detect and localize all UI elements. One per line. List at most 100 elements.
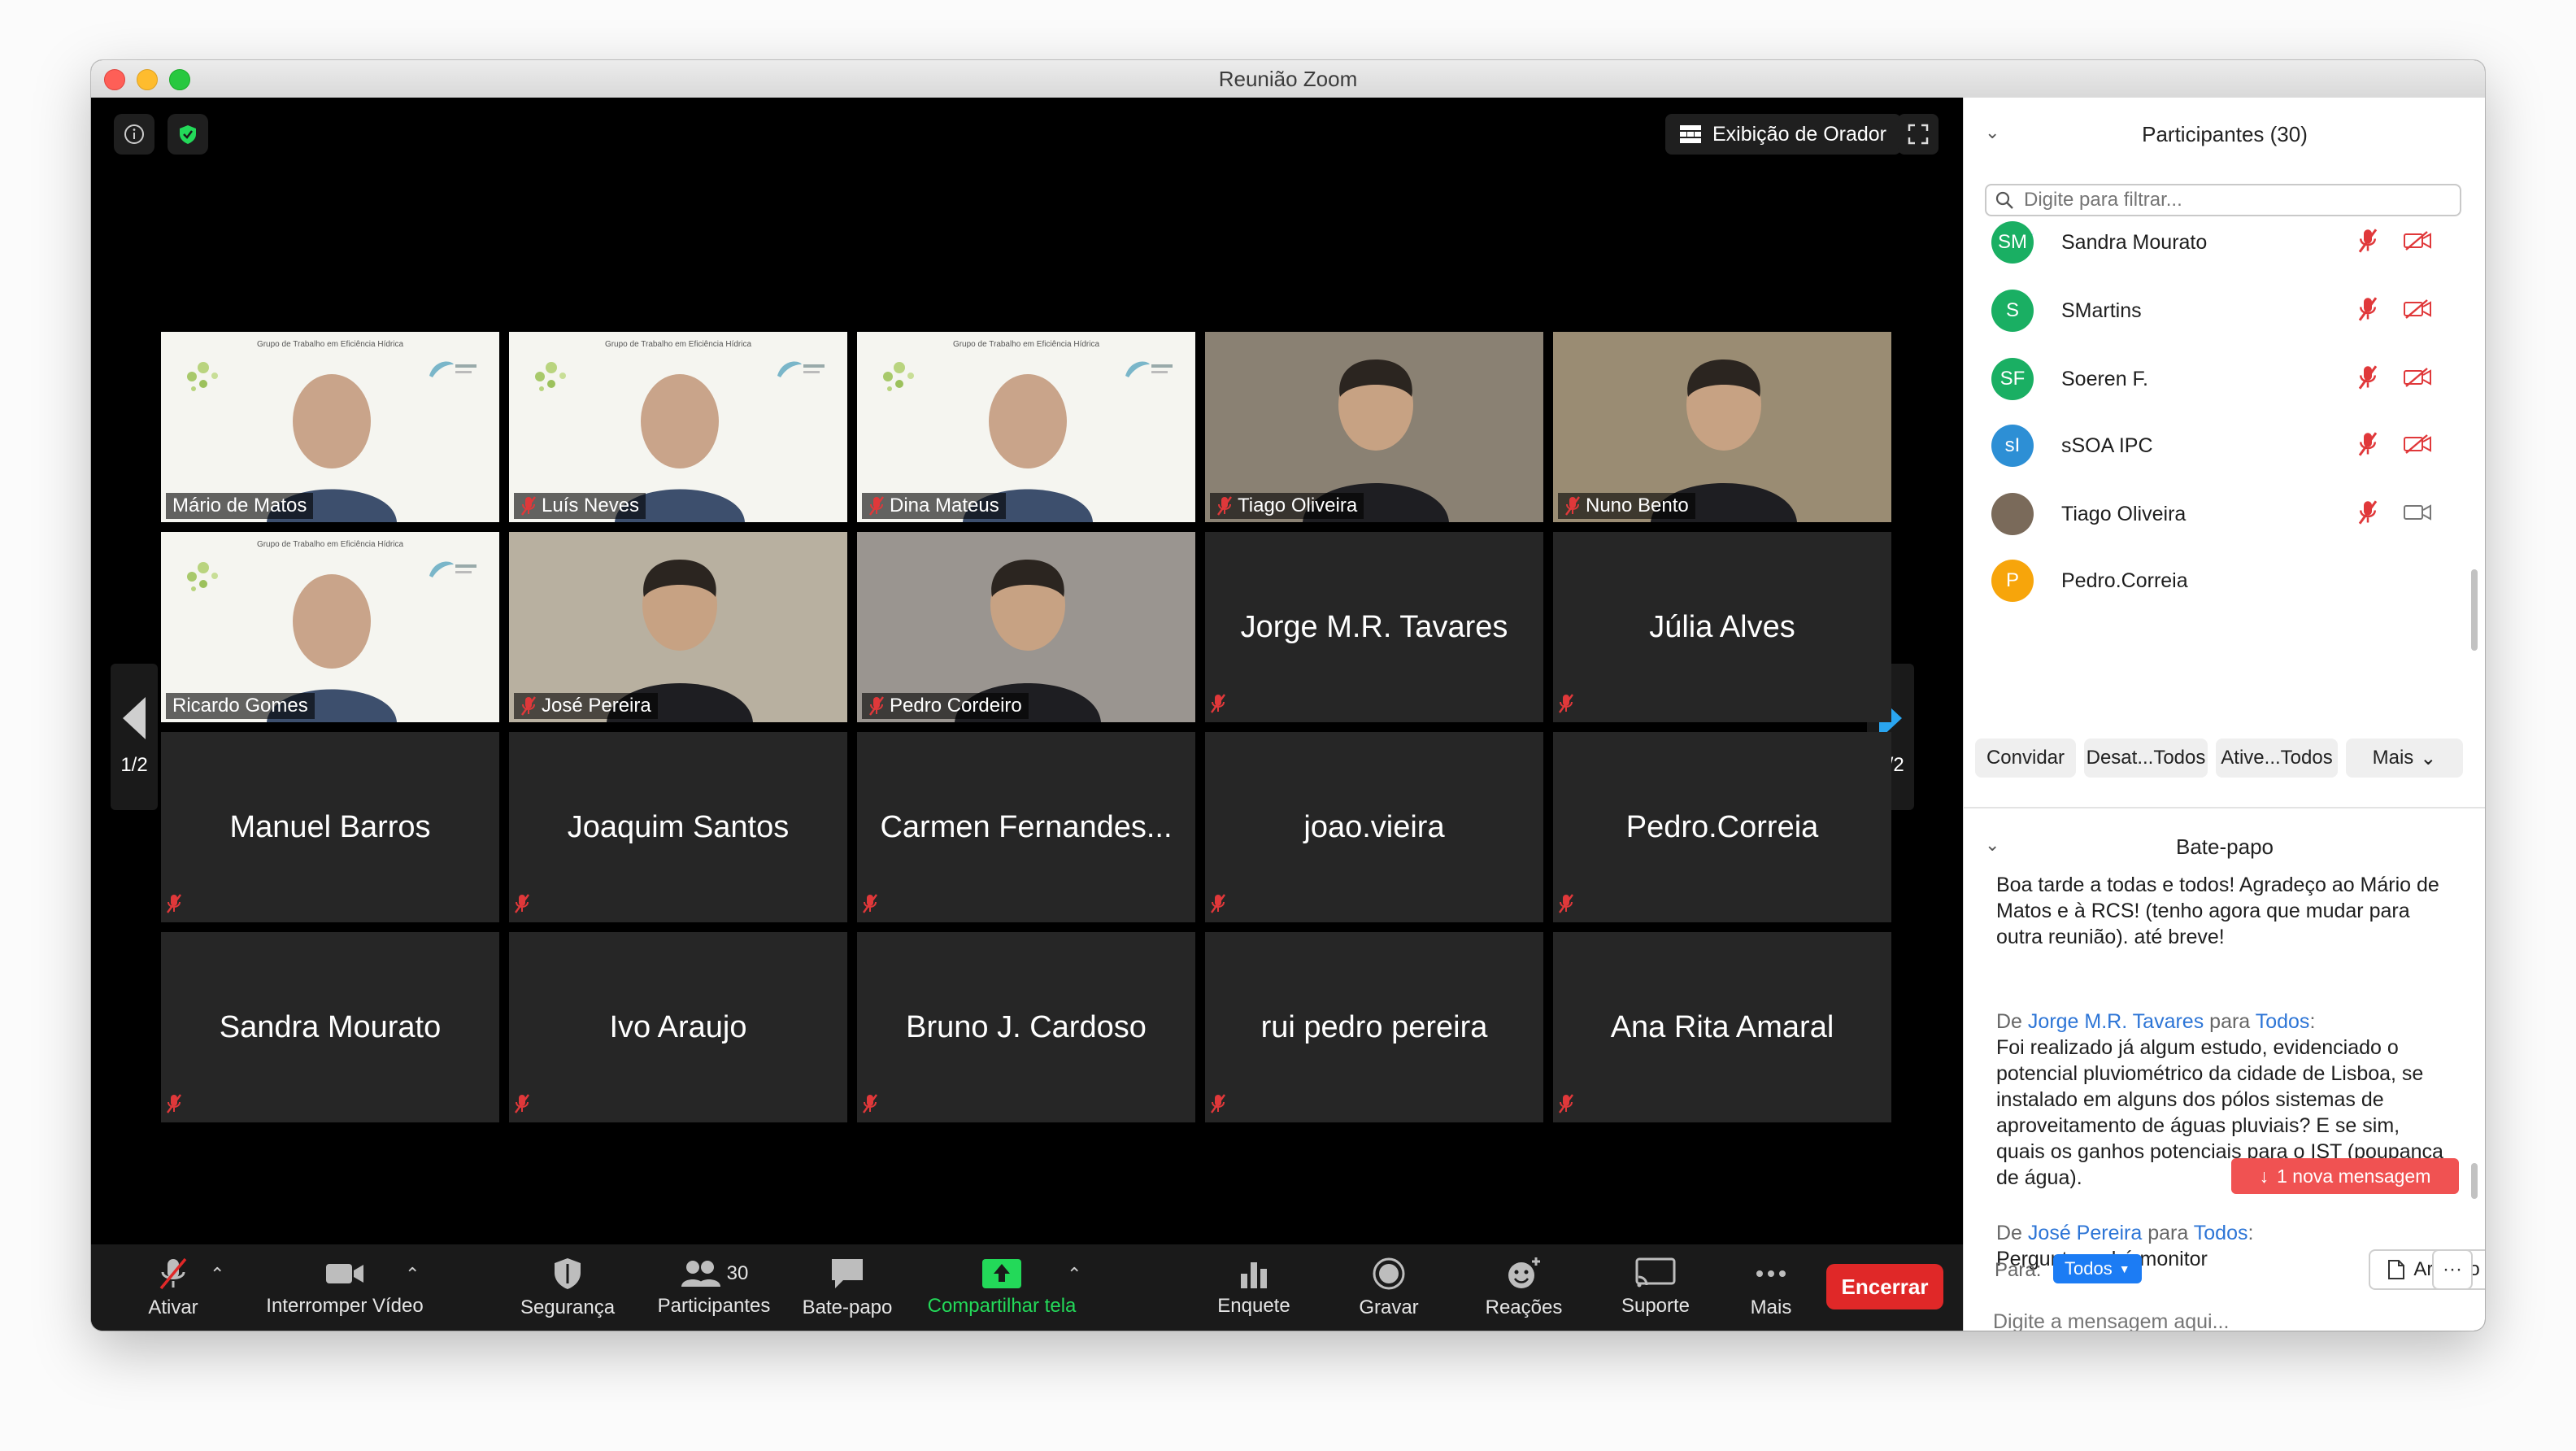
muted-indicator xyxy=(166,894,182,917)
security-button[interactable]: Segurança xyxy=(503,1244,633,1331)
record-button[interactable]: Gravar xyxy=(1324,1244,1454,1331)
chat-sender[interactable]: Jorge M.R. Tavares xyxy=(2028,1010,2204,1033)
participants-scrollbar[interactable] xyxy=(2471,569,2478,651)
video-tile[interactable]: Grupo de Trabalho em Eficiência Hídrica … xyxy=(857,332,1195,522)
participant-row[interactable]: SF Soeren F. xyxy=(1964,345,2452,413)
info-icon xyxy=(124,124,144,144)
participant-name-center: Sandra Mourato xyxy=(219,1009,442,1044)
reactions-button[interactable]: Reações xyxy=(1459,1244,1589,1331)
microphone-muted-icon xyxy=(515,1094,529,1113)
gallery-grid: Grupo de Trabalho em Eficiência Hídrica … xyxy=(161,332,1891,1122)
video-tile[interactable]: Bruno J. Cardoso xyxy=(857,932,1195,1122)
video-tile[interactable]: Manuel Barros xyxy=(161,732,499,922)
participant-name-label: Pedro Cordeiro xyxy=(862,693,1029,719)
stop-video-label: Interromper Vídeo xyxy=(266,1295,424,1317)
participant-mic-status[interactable] xyxy=(2357,228,2378,257)
participant-name-center: Carmen Fernandes... xyxy=(880,809,1173,844)
stop-video-button[interactable]: Interromper Vídeo xyxy=(247,1244,442,1331)
video-tile[interactable]: Carmen Fernandes... xyxy=(857,732,1195,922)
encryption-button[interactable] xyxy=(168,114,208,155)
poll-label: Enquete xyxy=(1217,1295,1290,1317)
participant-row[interactable]: Tiago Oliveira xyxy=(1964,480,2452,548)
video-tile[interactable]: Tiago Oliveira xyxy=(1205,332,1543,522)
participant-name: Pedro.Correia xyxy=(2061,569,2188,592)
prev-page-button[interactable]: 1/2 xyxy=(111,664,158,810)
participant-name: Sandra Mourato xyxy=(2061,230,2208,254)
new-message-indicator[interactable]: ↓ 1 nova mensagem xyxy=(2231,1158,2459,1194)
video-tile[interactable]: Joaquim Santos xyxy=(509,732,847,922)
video-tile[interactable]: Grupo de Trabalho em Eficiência Hídrica … xyxy=(161,332,499,522)
share-screen-button[interactable]: Compartilhar tela xyxy=(912,1244,1091,1331)
participant-name-center: Jorge M.R. Tavares xyxy=(1240,609,1508,644)
unmute-all-button[interactable]: Ative...Todos xyxy=(2216,739,2338,778)
chat-recipient[interactable]: Todos xyxy=(2256,1010,2310,1033)
video-tile[interactable]: Nuno Bento xyxy=(1553,332,1891,522)
participant-video-status[interactable] xyxy=(2403,502,2432,527)
participants-button[interactable]: 30 Participantes xyxy=(633,1244,795,1331)
screen-cast-icon xyxy=(1635,1257,1676,1288)
participant-mic-status[interactable] xyxy=(2357,364,2378,394)
video-options-caret[interactable]: ⌃ xyxy=(405,1264,420,1285)
muted-indicator xyxy=(1558,1094,1574,1118)
more-button[interactable]: Mais xyxy=(1714,1244,1828,1331)
participant-name-center: Bruno J. Cardoso xyxy=(906,1009,1147,1044)
speaker-view-button[interactable]: Exibição de Orador xyxy=(1665,114,1902,155)
video-tile[interactable]: joao.vieira xyxy=(1205,732,1543,922)
video-tile[interactable]: Júlia Alves xyxy=(1553,532,1891,722)
unmute-button[interactable]: Ativar xyxy=(128,1244,218,1331)
fullscreen-button[interactable] xyxy=(1898,114,1939,155)
video-tile[interactable]: José Pereira xyxy=(509,532,847,722)
participant-row[interactable]: S SMartins xyxy=(1964,277,2452,345)
chat-bubble-icon xyxy=(832,1259,863,1288)
video-tile[interactable]: Pedro.Correia xyxy=(1553,732,1891,922)
participant-video-status[interactable] xyxy=(2403,298,2432,324)
support-button[interactable]: Suporte xyxy=(1590,1244,1721,1331)
end-meeting-button[interactable]: Encerrar xyxy=(1826,1264,1943,1309)
participant-mic-status[interactable] xyxy=(2357,499,2378,529)
chat-recipient[interactable]: Todos xyxy=(2194,1222,2248,1244)
participant-name-center: rui pedro pereira xyxy=(1260,1009,1488,1044)
participant-name: Dina Mateus xyxy=(890,495,999,516)
chat-input[interactable] xyxy=(1991,1305,2466,1331)
video-tile[interactable]: Jorge M.R. Tavares xyxy=(1205,532,1543,722)
participant-video-status[interactable] xyxy=(2403,367,2432,392)
logo-leaf-icon xyxy=(429,361,476,377)
microphone-muted-icon xyxy=(1559,894,1573,913)
video-tile[interactable]: Grupo de Trabalho em Eficiência Hídrica … xyxy=(509,332,847,522)
video-tile[interactable]: Sandra Mourato xyxy=(161,932,499,1122)
chat-scrollbar[interactable] xyxy=(2471,1163,2478,1199)
poll-button[interactable]: Enquete xyxy=(1189,1244,1319,1331)
search-icon xyxy=(1995,191,2013,209)
chat-recipient-select[interactable]: Todos ▼ xyxy=(2053,1254,2142,1283)
participant-avatar xyxy=(1991,493,2034,535)
share-options-caret[interactable]: ⌃ xyxy=(1067,1264,1081,1285)
chat-sender[interactable]: José Pereira xyxy=(2028,1222,2142,1244)
video-tile[interactable]: Ivo Araujo xyxy=(509,932,847,1122)
video-off-icon xyxy=(2404,298,2431,319)
participant-row[interactable]: SM Sandra Mourato xyxy=(1964,208,2452,277)
microphone-muted-icon xyxy=(2358,499,2378,525)
participant-avatar: sI xyxy=(1991,425,2034,467)
participant-row[interactable]: P Pedro.Correia xyxy=(1964,547,2452,615)
invite-button[interactable]: Convidar xyxy=(1975,739,2076,778)
video-tile[interactable]: Grupo de Trabalho em Eficiência Hídrica … xyxy=(161,532,499,722)
audio-options-caret[interactable]: ⌃ xyxy=(210,1264,224,1285)
participant-mic-status[interactable] xyxy=(2357,296,2378,325)
video-tile[interactable]: rui pedro pereira xyxy=(1205,932,1543,1122)
mute-all-button[interactable]: Desat...Todos xyxy=(2084,739,2208,778)
slide-heading: Grupo de Trabalho em Eficiência Hídrica xyxy=(604,340,752,349)
participant-name-center: joao.vieira xyxy=(1303,809,1445,844)
chat-more-button[interactable]: ··· xyxy=(2432,1249,2473,1290)
participant-row[interactable]: sI sSOA IPC xyxy=(1964,412,2452,480)
participant-name-label: Tiago Oliveira xyxy=(1210,493,1364,519)
video-tile[interactable]: Ana Rita Amaral xyxy=(1553,932,1891,1122)
chat-button[interactable]: Bate-papo xyxy=(782,1244,912,1331)
participant-video-status[interactable] xyxy=(2403,434,2432,459)
participant-mic-status[interactable] xyxy=(2357,431,2378,460)
participants-more-button[interactable]: Mais ⌄ xyxy=(2346,739,2463,778)
video-tile[interactable]: Pedro Cordeiro xyxy=(857,532,1195,722)
participant-video-status[interactable] xyxy=(2403,230,2432,255)
participant-name: Tiago Oliveira xyxy=(2061,502,2187,525)
participants-more-label: Mais xyxy=(2372,747,2414,769)
meeting-info-button[interactable] xyxy=(114,114,154,155)
